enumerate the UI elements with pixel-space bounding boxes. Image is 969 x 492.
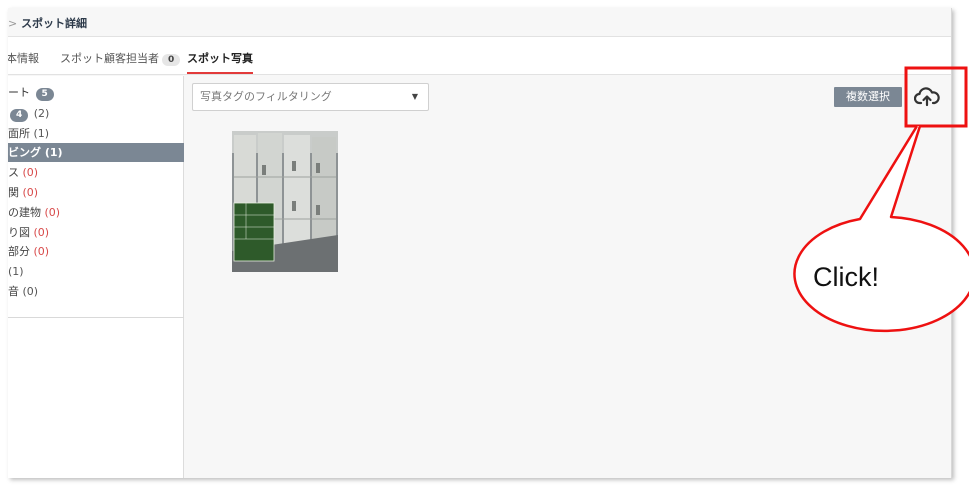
spot-photo-thumbnail[interactable]: [232, 131, 338, 272]
sidebar-item-count: (0): [44, 206, 61, 219]
sidebar-item-label: 関: [8, 186, 19, 199]
sidebar-item[interactable]: 4 (2): [8, 104, 184, 123]
photo-tag-filter-select[interactable]: 写真タグのフィルタリング ▼: [192, 83, 429, 111]
callout-text: Click!: [813, 262, 879, 292]
cloud-upload-icon[interactable]: [913, 85, 940, 109]
sidebar-item[interactable]: 音 (0): [8, 282, 184, 301]
tab-spot-customer-contacts[interactable]: スポット顧客担当者 0: [60, 50, 181, 66]
sidebar-item-label: 部分: [8, 245, 30, 258]
sidebar-header[interactable]: ート 5: [8, 84, 56, 101]
sidebar-item-label: ス: [8, 166, 19, 179]
multi-select-button[interactable]: 複数選択: [834, 87, 902, 107]
sidebar-item-count: (1): [44, 146, 63, 159]
tab-bar: 本情報 スポット顧客担当者 0 スポット写真: [8, 37, 951, 75]
sidebar-item-label: ビング: [8, 146, 41, 159]
caret-down-icon: ▼: [411, 92, 418, 101]
tab-count-badge: 0: [162, 54, 181, 66]
sidebar-header-label: ート: [8, 86, 30, 99]
tag-sidebar: ート 5 4 (2) 面所 (1) ビング (1) ス (0) 関 (0) の建…: [8, 76, 184, 478]
tab-spot-photos[interactable]: スポット写真: [187, 50, 253, 74]
sidebar-item-count: (1): [8, 265, 24, 278]
sidebar-item-count: (0): [22, 186, 39, 199]
breadcrumb: > スポット詳細: [8, 15, 87, 31]
sidebar-item-label: り図: [8, 226, 30, 239]
sidebar-item[interactable]: 関 (0): [8, 183, 184, 202]
sidebar-item-count: (0): [33, 245, 50, 258]
sidebar-divider: [8, 317, 184, 318]
sidebar-item[interactable]: ス (0): [8, 163, 184, 182]
sidebar-item[interactable]: 部分 (0): [8, 242, 184, 261]
sidebar-item-label: 音: [8, 285, 19, 298]
tab-label: スポット写真: [187, 52, 253, 65]
sidebar-item[interactable]: の建物 (0): [8, 203, 184, 222]
sidebar-item-badge: 4: [10, 109, 29, 122]
sidebar-item[interactable]: り図 (0): [8, 223, 184, 242]
filter-placeholder: 写真タグのフィルタリング: [200, 90, 332, 103]
sidebar-item-count: (0): [22, 285, 39, 298]
sidebar-item-count: (1): [33, 127, 50, 140]
header-bar: > スポット詳細: [8, 8, 951, 37]
sidebar-item-count: (0): [22, 166, 39, 179]
sidebar-item-label: の建物: [8, 206, 41, 219]
breadcrumb-separator: >: [8, 17, 18, 30]
sidebar-item-count: (2): [33, 107, 50, 120]
sidebar-item-active[interactable]: ビング (1): [8, 143, 184, 162]
app-window: > スポット詳細 本情報 スポット顧客担当者 0 スポット写真 ート 5 4 (2…: [8, 8, 952, 478]
sidebar-item[interactable]: (1): [8, 262, 184, 281]
sidebar-item-count: (0): [33, 226, 50, 239]
sidebar-header-count: 5: [35, 88, 54, 101]
tab-basic-info[interactable]: 本情報: [8, 50, 39, 66]
sidebar-item[interactable]: 面所 (1): [8, 124, 184, 143]
tab-label: 本情報: [8, 52, 39, 65]
tab-label: スポット顧客担当者: [60, 52, 159, 65]
page-title: スポット詳細: [21, 17, 88, 30]
sidebar-item-label: 面所: [8, 127, 30, 140]
